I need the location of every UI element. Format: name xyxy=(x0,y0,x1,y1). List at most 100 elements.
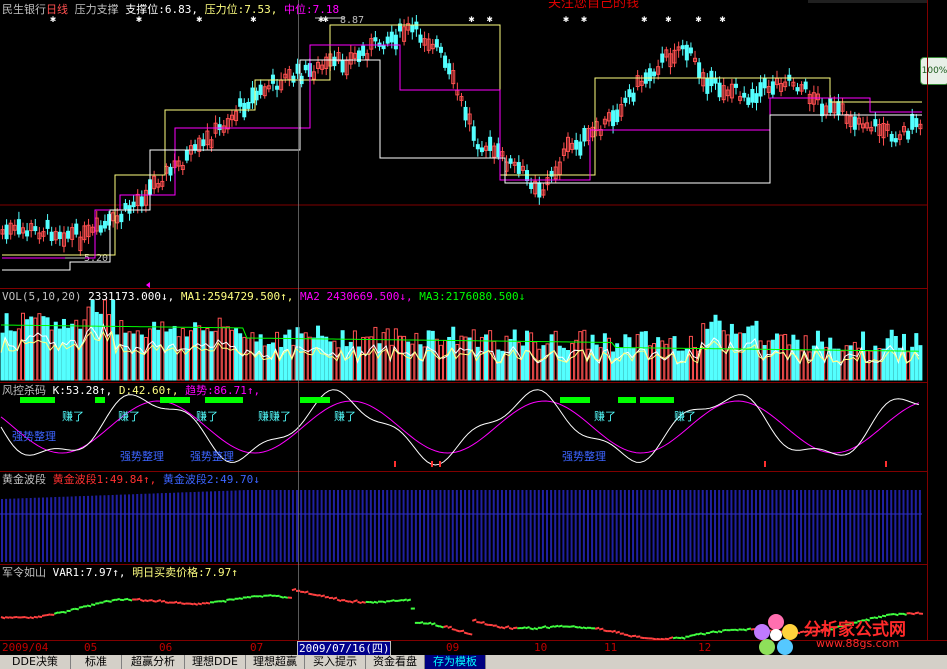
tab-ideal-dde[interactable]: 理想DDE xyxy=(185,655,246,669)
tab-dde-decision[interactable]: DDE决策 xyxy=(0,655,71,669)
wave1-label: 黄金波段1: xyxy=(52,473,110,486)
period-label[interactable]: 日线 xyxy=(46,3,68,16)
volume-bar xyxy=(393,328,398,381)
volume-bar xyxy=(115,334,120,381)
army-segment xyxy=(62,610,67,614)
candle-body xyxy=(393,34,398,50)
army-segment xyxy=(332,596,338,600)
candle-body xyxy=(537,182,542,198)
volume-bar xyxy=(619,347,624,381)
army-segment xyxy=(578,626,584,630)
army-segment xyxy=(504,625,510,629)
volume-bar xyxy=(561,347,566,381)
indicator-name: 压力支撑 xyxy=(74,3,119,16)
volume-bar xyxy=(168,328,173,381)
volume-bar xyxy=(316,325,321,381)
candle-body xyxy=(410,24,415,33)
volume-bar xyxy=(906,351,911,381)
army-segment xyxy=(336,598,342,603)
volume-bar xyxy=(402,335,407,381)
army-segment xyxy=(398,598,403,602)
volume-bar xyxy=(193,322,198,381)
army-segment xyxy=(435,624,440,628)
volume-bar xyxy=(459,335,464,381)
army-segment xyxy=(545,626,551,630)
volume-bar xyxy=(377,343,382,381)
tab-standard[interactable]: 标准 xyxy=(71,655,122,669)
army-segment xyxy=(164,601,170,604)
k-label: K: xyxy=(52,384,66,397)
army-segment xyxy=(41,614,47,617)
volume-pane[interactable]: VOL(5,10,20) 2331173.000↓, MA1:2594729.5… xyxy=(0,289,927,382)
golden-wave-pane[interactable]: 黄金波段 黄金波段1:49.84↑, 黄金波段2:49.70↓ xyxy=(0,472,927,564)
volume-bar xyxy=(82,319,87,381)
army-segment xyxy=(742,628,748,632)
volume-bar xyxy=(516,342,521,381)
zoom-100-button[interactable]: 100% xyxy=(920,57,947,85)
volume-bar xyxy=(865,350,870,381)
volume-bar xyxy=(537,348,542,381)
candle-body xyxy=(373,37,378,42)
volume-bar xyxy=(701,323,706,381)
volume-bar xyxy=(8,330,13,381)
volume-bar xyxy=(664,343,669,381)
volume-bar xyxy=(467,337,472,381)
army-segment xyxy=(549,625,555,629)
volume-bar xyxy=(426,330,431,381)
candle-body xyxy=(139,196,144,207)
candlestick-chart[interactable] xyxy=(0,0,927,288)
army-segment xyxy=(451,628,457,631)
tab-ideal-super-win[interactable]: 理想超赢 xyxy=(246,655,305,669)
volume-bar xyxy=(307,336,312,381)
volume-bar xyxy=(746,326,751,381)
volume-bar xyxy=(824,346,829,381)
army-segment xyxy=(160,599,166,603)
tab-fund-watch[interactable]: 资金看盘 xyxy=(366,655,425,669)
earn-label: 赚了 xyxy=(62,410,84,423)
volume-bar xyxy=(729,323,734,381)
volume-bar xyxy=(570,343,575,381)
right-axis-border xyxy=(927,0,928,640)
candle-body xyxy=(447,63,452,75)
tab-save-template[interactable]: 存为模板 xyxy=(425,655,486,669)
volume-bar xyxy=(37,313,42,381)
army-segment xyxy=(172,600,178,604)
tab-super-win-analysis[interactable]: 超赢分析 xyxy=(122,655,185,669)
volume-bar xyxy=(750,325,755,381)
wave2-label: 黄金波段2: xyxy=(162,473,221,486)
volume-bar xyxy=(840,350,845,381)
army-segment xyxy=(533,627,539,631)
army-segment xyxy=(136,597,141,601)
army-segment xyxy=(279,595,285,599)
candle-body xyxy=(496,143,501,158)
volume-bar xyxy=(262,345,267,381)
main-chart-pane[interactable]: 民生银行日线 压力支撑 支撑位:6.83, 压力位:7.53, 中位:7.18 … xyxy=(0,0,927,288)
army-segment xyxy=(312,593,317,597)
candle-body xyxy=(438,46,443,53)
risk-control-pane[interactable]: 风控杀码 K:53.28↑, D:42.60↑, 趋势:86.71↑, 赚了 赚… xyxy=(0,383,927,471)
volume-bar xyxy=(836,348,841,381)
d-value: 42.60↑, xyxy=(132,384,179,397)
volume-bar xyxy=(156,329,161,381)
support-step-line xyxy=(2,59,922,271)
candle-body xyxy=(742,92,747,98)
volume-bar xyxy=(611,351,616,381)
volume-bar xyxy=(508,339,513,381)
volume-bar xyxy=(709,321,714,381)
risk-name: 风控杀码 xyxy=(2,384,46,397)
army-segment xyxy=(406,598,412,602)
volume-bar xyxy=(94,311,99,381)
volume-bar xyxy=(434,338,439,381)
volume-bar xyxy=(652,343,657,381)
volume-bar xyxy=(107,314,112,381)
volume-bar xyxy=(447,336,452,381)
army-segment xyxy=(37,615,43,619)
volume-bar xyxy=(762,345,767,381)
date-tick: 11 xyxy=(604,641,618,654)
volume-bar xyxy=(98,313,103,381)
army-segment xyxy=(553,624,559,628)
volume-bar xyxy=(496,349,501,381)
tab-buy-hint[interactable]: 买入提示 xyxy=(305,655,366,669)
candle-body xyxy=(717,82,722,98)
candle-body xyxy=(463,106,468,121)
